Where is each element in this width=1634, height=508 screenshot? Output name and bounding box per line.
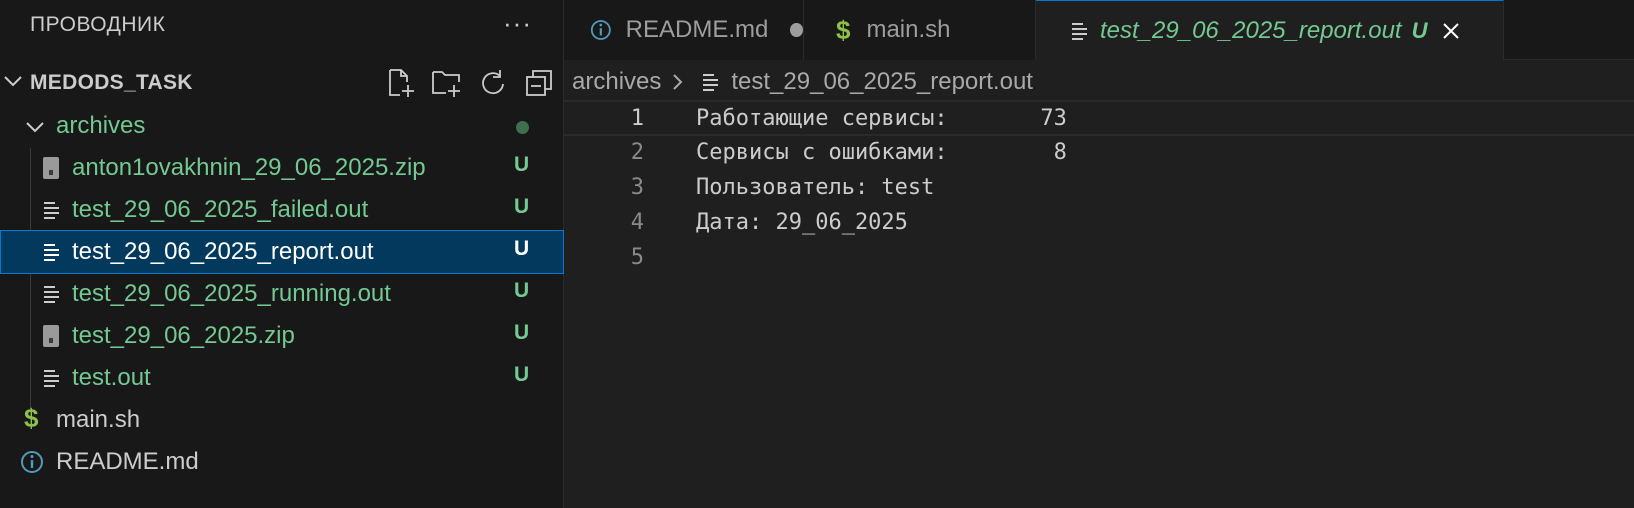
tree-item-file[interactable]: $ main.sh xyxy=(0,398,564,442)
chevron-down-icon xyxy=(26,122,44,133)
tree-item-label: test_29_06_2025_running.out xyxy=(72,280,391,307)
line-number: 2 xyxy=(630,140,644,165)
line-number: 4 xyxy=(630,210,644,235)
breadcrumb-folder[interactable]: archives xyxy=(572,68,661,96)
untracked-badge: U xyxy=(514,279,530,302)
lines-icon xyxy=(1072,22,1087,40)
line-number: 5 xyxy=(630,245,644,270)
refresh-icon[interactable] xyxy=(476,66,510,100)
tree-item-archives[interactable]: archives xyxy=(0,104,564,148)
zip-file-icon xyxy=(43,157,59,179)
editor-line[interactable]: 1 Работающие сервисы: 73 xyxy=(564,100,1634,136)
tab-label: README.md xyxy=(625,16,769,43)
zip-file-icon xyxy=(43,325,59,347)
text-file-icon xyxy=(44,244,59,261)
line-number: 3 xyxy=(630,175,644,200)
close-icon[interactable] xyxy=(1441,21,1461,41)
tab-main-sh[interactable]: $ main.sh xyxy=(804,0,1036,60)
line-text: Работающие сервисы: 73 xyxy=(696,106,1067,131)
untracked-badge: U xyxy=(1411,17,1428,43)
text-file-icon xyxy=(44,202,59,219)
collapse-all-icon[interactable] xyxy=(522,66,556,100)
unsaved-dot-icon[interactable] xyxy=(790,23,803,37)
tree-item-file[interactable]: test_29_06_2025.zip U xyxy=(0,314,564,358)
explorer-header: ПРОВОДНИК ··· xyxy=(0,0,564,50)
explorer-title: ПРОВОДНИК xyxy=(30,13,166,36)
editor-tab-bar: README.md $ main.sh test_29_06_2025_repo… xyxy=(564,0,1634,60)
tree-item-file[interactable]: anton1ovakhnin_29_06_2025.zip U xyxy=(0,146,564,190)
info-icon xyxy=(21,451,43,473)
new-file-icon[interactable] xyxy=(384,66,418,100)
tree-item-label: test_29_06_2025.zip xyxy=(72,322,295,349)
project-actions xyxy=(384,66,556,100)
editor-line[interactable]: 4 Дата: 29_06_2025 xyxy=(564,206,1634,242)
line-number: 1 xyxy=(630,106,644,131)
project-name: MEDODS_TASK xyxy=(30,71,193,94)
line-text: Пользователь: test xyxy=(696,175,935,200)
breadcrumb-file[interactable]: test_29_06_2025_report.out xyxy=(731,68,1033,96)
editor-line[interactable]: 5 xyxy=(564,241,1634,277)
untracked-badge: U xyxy=(514,237,530,260)
tree-item-file[interactable]: test_29_06_2025_failed.out U xyxy=(0,188,564,232)
dollar-icon: $ xyxy=(836,14,851,45)
tab-label: main.sh xyxy=(866,16,951,43)
tab-report-out[interactable]: test_29_06_2025_report.out U xyxy=(1036,0,1504,60)
tree-item-label: test.out xyxy=(72,364,151,391)
chevron-right-icon xyxy=(673,74,683,90)
new-folder-icon[interactable] xyxy=(430,66,464,100)
text-file-icon xyxy=(44,370,59,387)
untracked-badge: U xyxy=(514,195,530,218)
tree-item-label: main.sh xyxy=(56,406,141,433)
breadcrumb: archives test_29_06_2025_report.out xyxy=(564,60,1634,104)
untracked-badge: U xyxy=(514,321,530,344)
tree-item-file[interactable]: README.md xyxy=(0,440,564,484)
tree-item-file[interactable]: test.out U xyxy=(0,356,564,400)
tree-item-label: archives xyxy=(56,112,146,139)
tree-item-label: test_29_06_2025_failed.out xyxy=(72,196,369,223)
explorer-sidebar: ПРОВОДНИК ··· MEDODS_TASK archives anton… xyxy=(0,0,564,508)
lines-icon xyxy=(703,74,719,91)
project-section-header[interactable]: MEDODS_TASK xyxy=(0,60,564,104)
dollar-icon: $ xyxy=(24,403,39,433)
tree-item-file-selected[interactable]: test_29_06_2025_report.out U xyxy=(0,230,564,274)
modified-dot-badge xyxy=(516,121,529,134)
line-text: Сервисы с ошибками: 8 xyxy=(696,140,1067,165)
tree-item-label: anton1ovakhnin_29_06_2025.zip xyxy=(72,154,426,181)
untracked-badge: U xyxy=(514,363,530,386)
tab-label: test_29_06_2025_report.out xyxy=(1100,16,1402,44)
tab-readme[interactable]: README.md xyxy=(564,0,804,60)
editor-line[interactable]: 3 Пользователь: test xyxy=(564,171,1634,207)
tree-item-label: test_29_06_2025_report.out xyxy=(72,238,374,265)
line-text: Дата: 29_06_2025 xyxy=(696,210,908,235)
editor-line[interactable]: 2 Сервисы с ошибками: 8 xyxy=(564,136,1634,172)
untracked-badge: U xyxy=(514,153,530,176)
more-actions-button[interactable]: ··· xyxy=(503,8,532,39)
tree-item-file[interactable]: test_29_06_2025_running.out U xyxy=(0,272,564,316)
chevron-down-icon xyxy=(4,76,22,87)
code-editor[interactable]: 1 Работающие сервисы: 73 2 Сервисы с оши… xyxy=(564,100,1634,508)
info-icon xyxy=(590,20,611,40)
text-file-icon xyxy=(44,286,59,303)
tree-item-label: README.md xyxy=(56,448,199,475)
